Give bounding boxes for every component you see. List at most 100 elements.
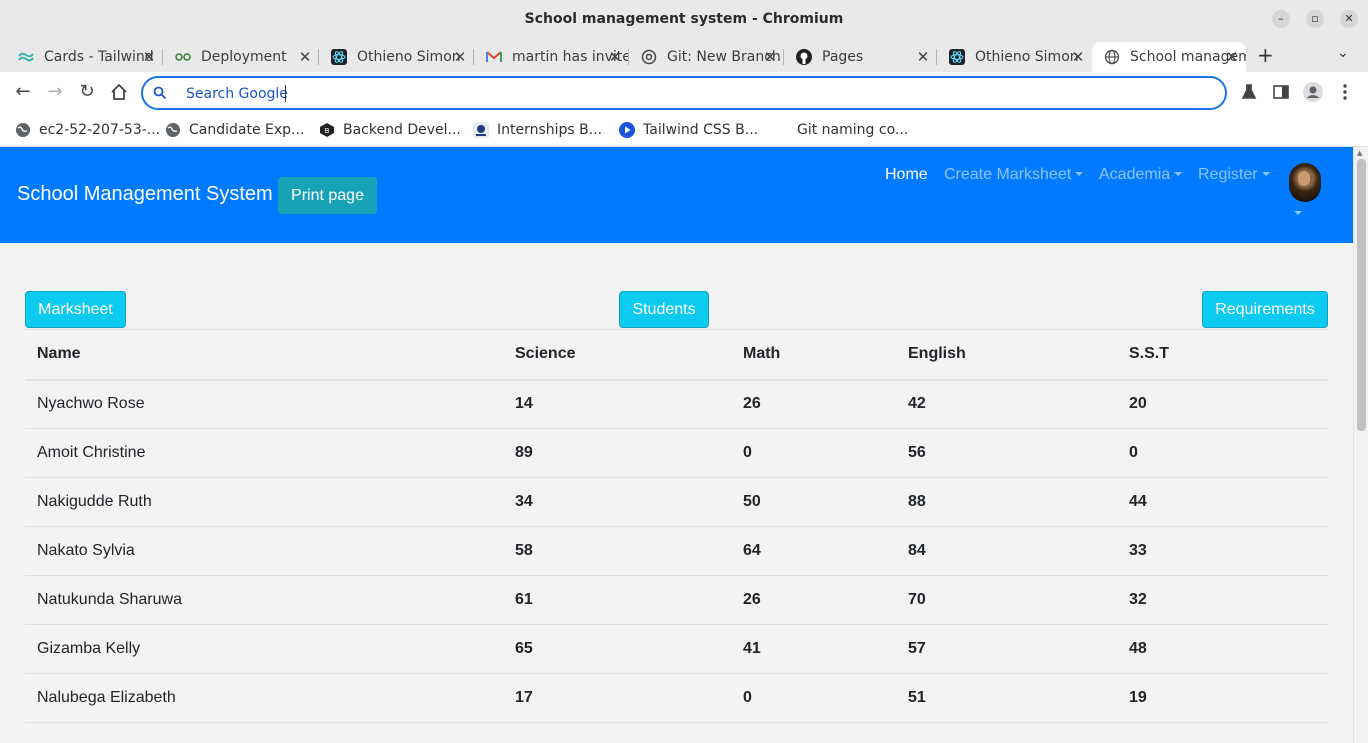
- english-score: 88: [896, 477, 1117, 527]
- math-score: 26: [731, 575, 896, 625]
- badge-icon: B: [319, 122, 335, 138]
- globe-icon: [1104, 49, 1120, 65]
- avatar-face: [1298, 171, 1310, 186]
- browser-toolbar: ← → ↻ Search Google: [0, 72, 1368, 114]
- header-math: Math: [731, 329, 896, 381]
- restore-button[interactable]: ▫: [1306, 10, 1324, 28]
- caret-down-icon: [1075, 172, 1084, 176]
- app-brand[interactable]: School Management System: [17, 183, 273, 206]
- bookmark-candidate-exp[interactable]: Candidate Exp...: [165, 120, 304, 140]
- tab-close-icon[interactable]: ✕: [607, 48, 623, 66]
- kebab-menu-icon[interactable]: [1335, 82, 1355, 102]
- bookmark-label: ec2-52-207-53-...: [39, 122, 161, 138]
- caret-down-icon: [1174, 172, 1183, 176]
- students-button[interactable]: Students: [619, 291, 709, 328]
- header-english: English: [896, 329, 1117, 381]
- tab-othieno-simon[interactable]: Othieno Simon ✕: [319, 42, 474, 72]
- tab-deployment[interactable]: Deployment ✕: [163, 42, 319, 72]
- minimize-button[interactable]: –: [1272, 10, 1290, 28]
- student-name: Natukunda Sharuwa: [25, 575, 503, 625]
- tab-close-icon[interactable]: ✕: [915, 48, 931, 66]
- bookmark-ec2[interactable]: ec2-52-207-53-...: [15, 120, 160, 140]
- scrollbar-thumb[interactable]: [1357, 159, 1366, 431]
- scroll-up-icon[interactable]: ▲: [1357, 149, 1362, 157]
- window-close-button[interactable]: ✕: [1340, 10, 1358, 28]
- table-row: Nalubega Elizabeth 17 0 51 19: [25, 673, 1328, 723]
- student-name: Nalubega Elizabeth: [25, 673, 503, 723]
- english-score: 84: [896, 526, 1117, 576]
- math-score: 0: [731, 673, 896, 723]
- english-score: 56: [896, 428, 1117, 478]
- app-navbar: School Management System Print page Home…: [0, 147, 1353, 243]
- tab-gmail[interactable]: martin has invited ✕: [474, 42, 629, 72]
- bookmark-internships[interactable]: Internships B...: [473, 120, 602, 140]
- tab-pages[interactable]: Pages ✕: [784, 42, 937, 72]
- nav-home[interactable]: Home: [885, 166, 928, 184]
- marksheet-button[interactable]: Marksheet: [25, 291, 126, 328]
- header-science: Science: [503, 329, 731, 381]
- student-name: Nakigudde Ruth: [25, 477, 503, 527]
- header-name: Name: [25, 329, 503, 381]
- home-button[interactable]: [107, 80, 131, 104]
- sst-score: 32: [1117, 575, 1328, 625]
- science-score: 65: [503, 624, 731, 674]
- requirements-button[interactable]: Requirements: [1202, 291, 1328, 328]
- tab-othieno-simon[interactable]: Othieno Simon ✕: [937, 42, 1092, 72]
- tailwind-icon: [18, 49, 34, 65]
- tab-cards-tailwind[interactable]: Cards - Tailwind ✕: [6, 42, 163, 72]
- side-panel-icon[interactable]: [1271, 82, 1291, 102]
- header-sst: S.S.T: [1117, 329, 1328, 381]
- tab-close-icon[interactable]: ✕: [1070, 48, 1086, 66]
- window-title: School management system - Chromium: [524, 11, 844, 27]
- student-name: Nakato Sylvia: [25, 526, 503, 576]
- globe-icon: [165, 122, 181, 138]
- internships-icon: [473, 122, 489, 138]
- sst-score: 48: [1117, 624, 1328, 674]
- page-viewport: School Management System Print page Home…: [0, 147, 1353, 743]
- tab-git-new-branch[interactable]: Git: New Branch ✕: [629, 42, 784, 72]
- english-score: 70: [896, 575, 1117, 625]
- sst-score: 19: [1117, 673, 1328, 723]
- user-avatar[interactable]: [1289, 163, 1321, 202]
- page-scrollbar[interactable]: ▲: [1353, 147, 1368, 743]
- tab-school-management[interactable]: School management system ✕: [1092, 42, 1246, 72]
- profile-icon[interactable]: [1303, 82, 1323, 102]
- bookmark-label: Git naming co...: [797, 122, 909, 138]
- nav-register-label: Register: [1198, 166, 1258, 183]
- forward-button[interactable]: →: [43, 80, 67, 104]
- back-button[interactable]: ←: [11, 80, 35, 104]
- new-tab-button[interactable]: +: [1257, 43, 1274, 67]
- table-row: Amoit Christine 89 0 56 0: [25, 428, 1328, 478]
- tab-close-icon[interactable]: ✕: [762, 48, 778, 66]
- caret-down-icon[interactable]: [1294, 211, 1302, 215]
- nav-academia[interactable]: Academia: [1099, 166, 1183, 184]
- science-score: 14: [503, 379, 731, 429]
- table-row: Gizamba Kelly 65 41 57 48: [25, 624, 1328, 674]
- math-score: 64: [731, 526, 896, 576]
- tab-search-button[interactable]: ⌄: [1337, 45, 1349, 61]
- tab-strip: Cards - Tailwind ✕ Deployment ✕ Othieno …: [0, 38, 1368, 72]
- address-bar[interactable]: Search Google: [141, 76, 1227, 110]
- reload-button[interactable]: ↻: [75, 80, 99, 104]
- labs-icon[interactable]: [1239, 82, 1259, 102]
- sst-score: 20: [1117, 379, 1328, 429]
- science-score: 89: [503, 428, 731, 478]
- tab-close-icon[interactable]: ✕: [141, 48, 157, 66]
- print-page-button[interactable]: Print page: [278, 177, 377, 214]
- english-score: 57: [896, 624, 1117, 674]
- text-caret: [285, 85, 286, 102]
- bookmark-git-naming[interactable]: Git naming co...: [797, 120, 908, 140]
- nav-create-marksheet[interactable]: Create Marksheet: [944, 166, 1084, 184]
- arrow-left-icon: ←: [15, 81, 31, 102]
- bookmark-backend-devel[interactable]: B Backend Devel...: [319, 120, 461, 140]
- tab-close-icon[interactable]: ✕: [1224, 48, 1240, 66]
- student-name: Amoit Christine: [25, 428, 503, 478]
- science-score: 61: [503, 575, 731, 625]
- nav-register[interactable]: Register: [1198, 166, 1270, 184]
- deployment-icon: [175, 49, 191, 65]
- react-icon: [949, 49, 965, 65]
- tab-close-icon[interactable]: ✕: [297, 48, 313, 66]
- math-score: 41: [731, 624, 896, 674]
- bookmark-tailwind-css[interactable]: Tailwind CSS B...: [619, 120, 758, 140]
- tab-close-icon[interactable]: ✕: [452, 48, 468, 66]
